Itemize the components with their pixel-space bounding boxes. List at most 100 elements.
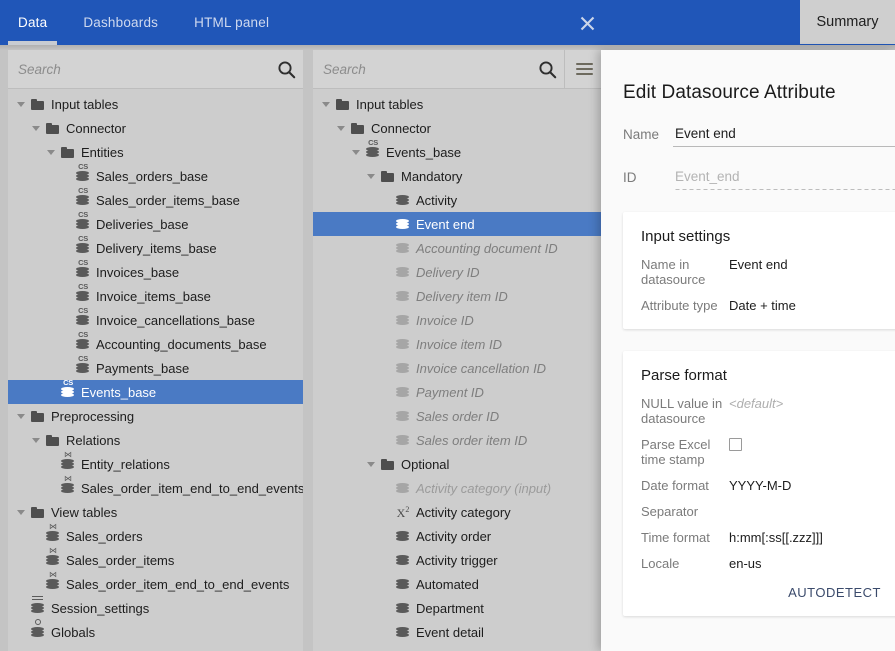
tree-node[interactable]: Automated bbox=[313, 572, 603, 596]
tree-node[interactable]: Department bbox=[313, 596, 603, 620]
tree-node[interactable]: Sales order ID bbox=[313, 404, 603, 428]
tree-node[interactable]: Activity order bbox=[313, 524, 603, 548]
tree-node[interactable]: CS Sales_order_items_base bbox=[8, 186, 303, 212]
tree-node[interactable]: Invoice ID bbox=[313, 308, 603, 332]
chevron-down-icon[interactable] bbox=[14, 404, 27, 428]
left-search-input[interactable] bbox=[8, 61, 269, 77]
tree-node-label: Invoices_base bbox=[96, 264, 180, 280]
attribute-icon bbox=[396, 266, 410, 278]
separator-row: Separator bbox=[641, 504, 895, 519]
name-field-input[interactable]: Event end bbox=[673, 126, 895, 147]
tab-data[interactable]: Data bbox=[0, 0, 65, 45]
chevron-down-icon[interactable] bbox=[14, 92, 27, 116]
tree-node-icon: CS bbox=[72, 282, 94, 308]
attribute-icon bbox=[396, 410, 410, 422]
tree-node-label: Event end bbox=[416, 216, 475, 232]
tree-node-icon bbox=[392, 548, 414, 572]
chevron-down-icon[interactable] bbox=[364, 452, 377, 476]
tree-node[interactable]: Entities bbox=[8, 140, 303, 164]
tree-node[interactable]: Delivery ID bbox=[313, 260, 603, 284]
tree-node[interactable]: Invoice item ID bbox=[313, 332, 603, 356]
tree-node[interactable]: Globals bbox=[8, 618, 303, 644]
mid-search-button[interactable] bbox=[530, 60, 564, 79]
tree-node[interactable]: Activity category (input) bbox=[313, 476, 603, 500]
tree-node[interactable]: ⋈ Sales_order_item_end_to_end_events bbox=[8, 570, 303, 596]
tree-node[interactable]: Event end bbox=[313, 212, 603, 236]
tree-node[interactable]: CS Accounting_documents_base bbox=[8, 330, 303, 356]
tree-node[interactable]: Preprocessing bbox=[8, 404, 303, 428]
tab-summary[interactable]: Summary bbox=[800, 0, 895, 44]
join-table-icon: ⋈ bbox=[61, 474, 75, 494]
tree-node[interactable]: Input tables bbox=[8, 92, 303, 116]
tree-node-label: Invoice ID bbox=[416, 312, 474, 328]
cs-table-icon: CS bbox=[76, 186, 90, 206]
tree-node-label: View tables bbox=[51, 504, 118, 520]
chevron-down-icon[interactable] bbox=[364, 164, 377, 188]
autodetect-button[interactable]: AUTODETECT bbox=[641, 571, 895, 600]
tab-dashboards[interactable]: Dashboards bbox=[65, 0, 176, 45]
tree-node[interactable]: Connector bbox=[313, 116, 603, 140]
tree-node[interactable]: X2 Activity category bbox=[313, 500, 603, 524]
tree-node[interactable]: Sales order item ID bbox=[313, 428, 603, 452]
chevron-down-icon[interactable] bbox=[334, 116, 347, 140]
tree-node[interactable]: CS Deliveries_base bbox=[8, 210, 303, 236]
left-search-button[interactable] bbox=[269, 60, 303, 79]
mid-tree[interactable]: Input tables Connector CS Events_base Mandat… bbox=[313, 89, 603, 651]
tree-node[interactable]: CS Delivery_items_base bbox=[8, 234, 303, 260]
tree-node-icon bbox=[347, 116, 369, 140]
tree-node[interactable]: CS Events_base bbox=[8, 378, 303, 404]
tree-node[interactable]: Mandatory bbox=[313, 164, 603, 188]
tree-node-icon: CS bbox=[362, 138, 384, 164]
chevron-down-icon[interactable] bbox=[349, 140, 362, 164]
tree-node[interactable]: Activity trigger bbox=[313, 548, 603, 572]
attribute-type-value[interactable]: Date + time bbox=[729, 298, 796, 313]
tab-html-panel[interactable]: HTML panel bbox=[176, 0, 287, 45]
tree-node[interactable]: CS Events_base bbox=[313, 138, 603, 164]
time-format-value[interactable]: h:mm[:ss[[.zzz]]] bbox=[729, 530, 823, 545]
tree-node[interactable]: CS Sales_orders_base bbox=[8, 162, 303, 188]
tree-node-label: Automated bbox=[416, 576, 479, 592]
tree-node-label: Relations bbox=[66, 432, 121, 448]
folder-icon bbox=[46, 434, 60, 446]
tree-node[interactable]: ⋈ Sales_orders bbox=[8, 522, 303, 548]
parse-excel-checkbox[interactable] bbox=[729, 438, 742, 451]
tree-node[interactable]: CS Payments_base bbox=[8, 354, 303, 380]
folder-icon bbox=[381, 170, 395, 182]
tree-node[interactable]: ⋈ Sales_order_item_end_to_end_events_base bbox=[8, 474, 303, 500]
chevron-down-icon[interactable] bbox=[44, 140, 57, 164]
tree-node[interactable]: Event detail bbox=[313, 620, 603, 644]
tree-node-label: Events_base bbox=[81, 384, 157, 400]
chevron-down-icon[interactable] bbox=[29, 116, 42, 140]
close-button[interactable] bbox=[572, 8, 602, 38]
tree-node-label: Invoice_items_base bbox=[96, 288, 211, 304]
chevron-down-icon[interactable] bbox=[29, 428, 42, 452]
tree-node[interactable]: CS Invoice_items_base bbox=[8, 282, 303, 308]
chevron-down-icon[interactable] bbox=[319, 92, 332, 116]
tree-node[interactable]: Relations bbox=[8, 428, 303, 452]
tree-node[interactable]: Optional bbox=[313, 452, 603, 476]
tree-node[interactable]: Accounting document ID bbox=[313, 236, 603, 260]
tree-node[interactable]: View tables bbox=[8, 500, 303, 524]
mid-panel-menu-button[interactable] bbox=[564, 50, 603, 88]
tree-node-icon bbox=[392, 284, 414, 308]
tree-node[interactable]: CS Invoices_base bbox=[8, 258, 303, 284]
tree-node[interactable]: Input tables bbox=[313, 92, 603, 116]
mid-search-input[interactable] bbox=[313, 61, 530, 77]
tree-node[interactable]: Activity bbox=[313, 188, 603, 212]
tree-node[interactable]: Delivery item ID bbox=[313, 284, 603, 308]
date-format-value[interactable]: YYYY-M-D bbox=[729, 478, 791, 493]
tree-node[interactable]: ⋈ Entity_relations bbox=[8, 450, 303, 476]
left-tree[interactable]: Input tables Connector Entities CS Sales_ord… bbox=[8, 89, 303, 651]
tree-node[interactable]: ⋈ Sales_order_items bbox=[8, 546, 303, 572]
name-in-datasource-value[interactable]: Event end bbox=[729, 257, 788, 272]
tree-node[interactable]: CS Invoice_cancellations_base bbox=[8, 306, 303, 332]
tree-node[interactable]: Invoice cancellation ID bbox=[313, 356, 603, 380]
folder-icon bbox=[61, 146, 75, 158]
tree-node[interactable]: Session_settings bbox=[8, 595, 303, 620]
tree-node[interactable]: Connector bbox=[8, 116, 303, 140]
mid-search-bar bbox=[313, 50, 603, 89]
chevron-down-icon[interactable] bbox=[14, 500, 27, 524]
tree-node[interactable]: Payment ID bbox=[313, 380, 603, 404]
null-value-input[interactable]: <default> bbox=[729, 396, 783, 411]
locale-value[interactable]: en-us bbox=[729, 556, 762, 571]
